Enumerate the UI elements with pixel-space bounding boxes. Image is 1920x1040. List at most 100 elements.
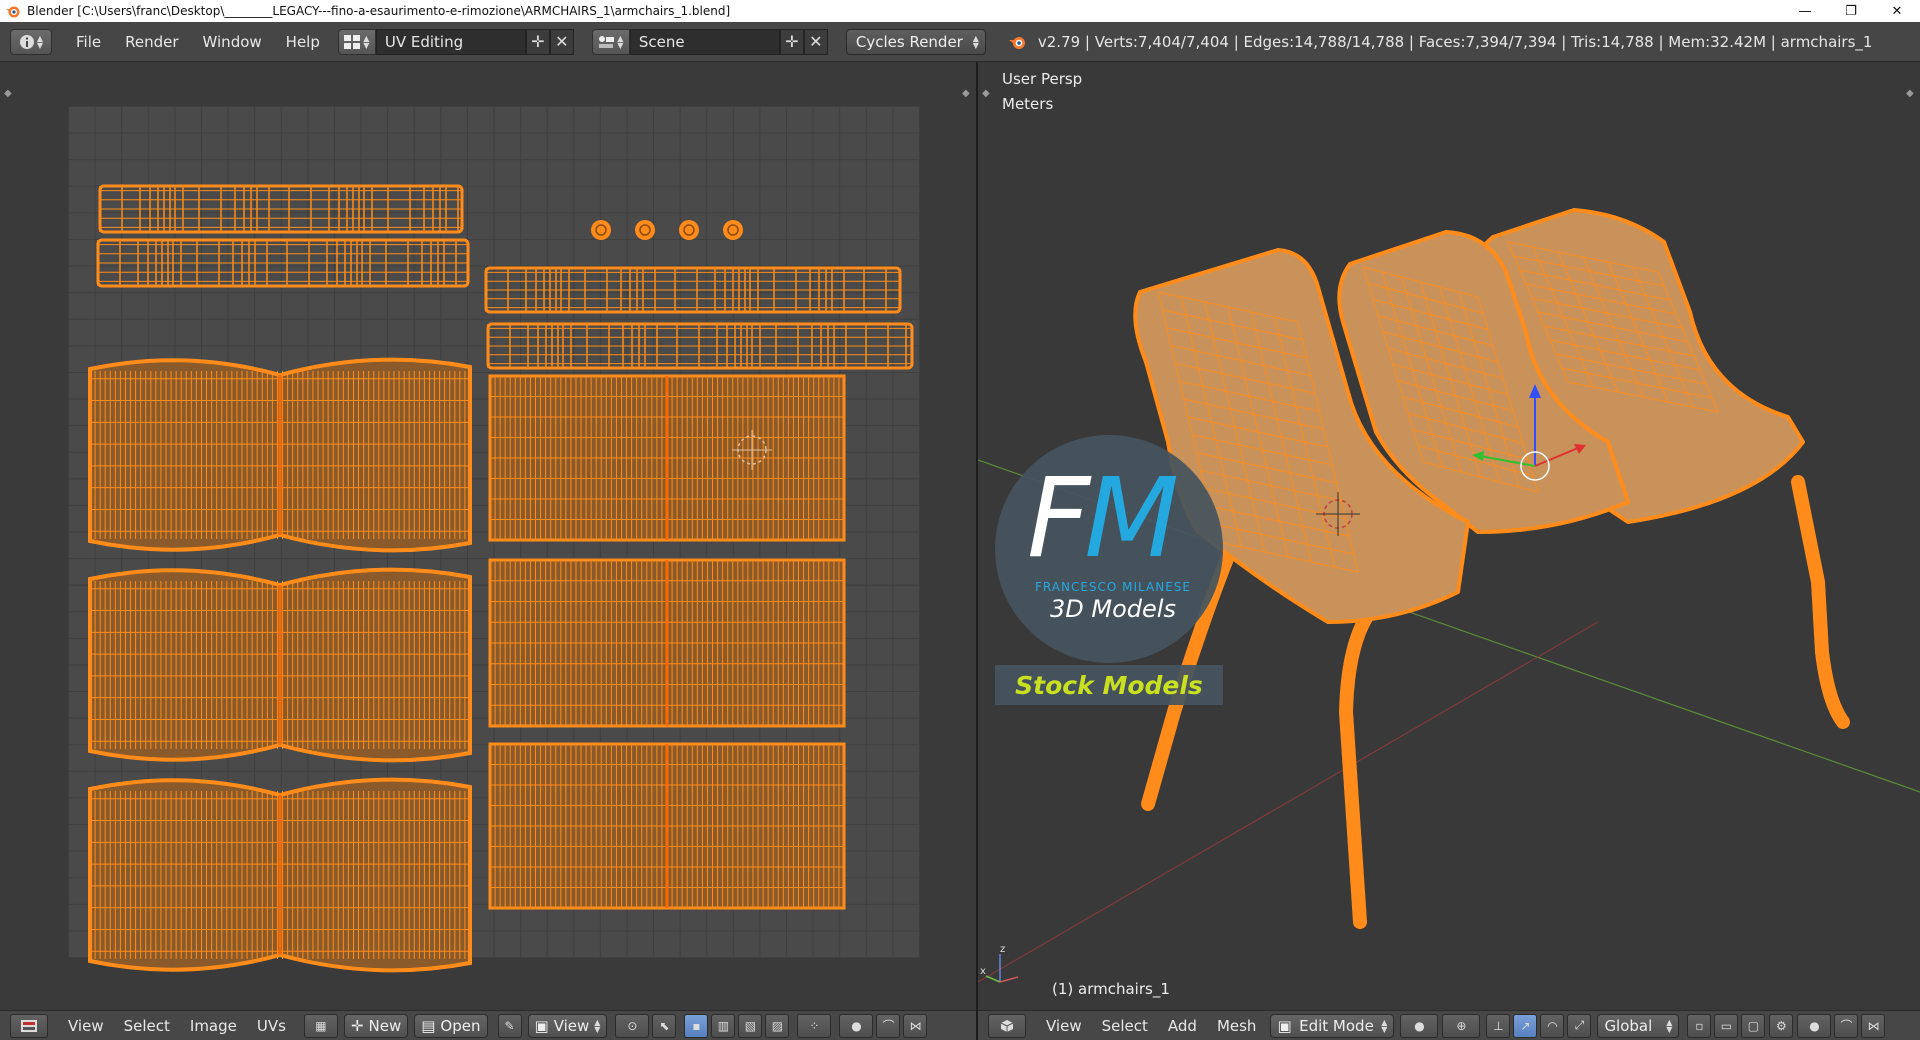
- close-icon[interactable]: ✕: [803, 28, 828, 55]
- view-name-label: User Persp: [1002, 70, 1083, 88]
- menu-select[interactable]: Select: [124, 1017, 170, 1035]
- menu-uvs[interactable]: UVs: [257, 1017, 286, 1035]
- image-editor-icon: [21, 1019, 37, 1032]
- selector-arrows-icon: ▲ ▼: [1381, 1017, 1388, 1034]
- falloff-icon[interactable]: ⌒: [876, 1013, 901, 1038]
- edge-select-icon[interactable]: ▥: [711, 1013, 736, 1038]
- watermark-tagline: Stock Models: [995, 665, 1223, 705]
- editor-type-selector[interactable]: ▲ ▼: [10, 28, 52, 55]
- add-icon: ✛: [350, 1016, 364, 1035]
- 3d-view-icon: [1000, 1019, 1014, 1032]
- face-select-icon[interactable]: ▢: [1741, 1013, 1766, 1038]
- uv-island-disc: [679, 220, 699, 240]
- proportional-icon[interactable]: ●: [1797, 1013, 1832, 1038]
- blender-icon: [1008, 36, 1025, 49]
- maximize-button[interactable]: ❐: [1828, 0, 1874, 22]
- menu-file[interactable]: File: [76, 33, 101, 51]
- axis-x-label: x: [980, 966, 986, 977]
- active-object-label: (1) armchairs_1: [1052, 980, 1170, 998]
- window-titlebar: Blender [C:\Users\franc\Desktop\________…: [0, 0, 1920, 22]
- close-icon[interactable]: ✕: [549, 28, 574, 55]
- info-header: ▲ ▼ File Render Window Help ▲ ▼ UV Editing…: [0, 22, 1920, 62]
- pivot-point-icon[interactable]: ⊕: [1442, 1013, 1481, 1038]
- proportional-icon[interactable]: ●: [839, 1013, 874, 1038]
- scene-stats: v2.79 | Verts:7,404/7,404 | Edges:14,788…: [1008, 32, 1873, 51]
- viewport-shading-icon[interactable]: ●: [1400, 1013, 1439, 1038]
- scale-icon[interactable]: ⤢: [1567, 1013, 1592, 1038]
- scene-icon: [599, 35, 615, 48]
- stats-text: v2.79 | Verts:7,404/7,404 | Edges:14,788…: [1037, 32, 1873, 51]
- vertex-select-icon[interactable]: ▫: [1687, 1013, 1712, 1038]
- 3d-view-header: View Select Add Mesh ▣ Edit Mode ▲ ▼ ● ⊕ ⊥ …: [978, 1010, 1920, 1040]
- manipulator-icon[interactable]: ⊥: [1486, 1013, 1511, 1038]
- minimize-button[interactable]: —: [1782, 0, 1828, 22]
- orientation-dropdown[interactable]: Global ▲ ▼: [1597, 1013, 1680, 1038]
- axis-gizmo: z x: [980, 944, 1019, 983]
- snap-icon[interactable]: ⋈: [903, 1013, 928, 1038]
- uv-island-seat: [88, 777, 472, 973]
- uv-image-editor[interactable]: ◆ ◆: [0, 62, 976, 1010]
- watermark-subtitle: 3D Models: [1050, 595, 1176, 623]
- uv-islands: [88, 184, 914, 973]
- screen-layout-selector: ▲ ▼ UV Editing ✛ ✕: [337, 28, 574, 55]
- window-title: Blender [C:\Users\franc\Desktop\________…: [27, 4, 731, 18]
- falloff-icon[interactable]: ⌒: [1834, 1013, 1859, 1038]
- scene-selector: ▲ ▼ Scene ✛ ✕: [591, 28, 828, 55]
- folder-icon: ▤: [421, 1016, 436, 1035]
- scene-browse-button[interactable]: ▲ ▼: [591, 28, 630, 55]
- layout-name-field[interactable]: UV Editing: [375, 28, 526, 55]
- menu-window[interactable]: Window: [203, 33, 262, 51]
- translate-icon[interactable]: ↗: [1513, 1013, 1538, 1038]
- view-mode-dropdown[interactable]: ▣ View ▲ ▼: [527, 1013, 608, 1038]
- layout-browse-button[interactable]: ▲ ▼: [337, 28, 376, 55]
- menu-render[interactable]: Render: [125, 33, 178, 51]
- vertex-select-icon[interactable]: ▪: [684, 1013, 709, 1038]
- render-engine-dropdown[interactable]: Cycles Render ▲ ▼: [845, 28, 986, 55]
- uv-island-tube: [486, 322, 914, 370]
- uv-island-panel: [488, 558, 846, 728]
- face-select-icon[interactable]: ▧: [738, 1013, 763, 1038]
- render-engine-label: Cycles Render: [855, 32, 963, 51]
- menu-image[interactable]: Image: [190, 1017, 237, 1035]
- pin-icon[interactable]: ✎: [497, 1013, 522, 1038]
- watermark-name: FRANCESCO MILANESE: [1035, 580, 1191, 594]
- menu-add[interactable]: Add: [1168, 1017, 1197, 1035]
- snap-icon[interactable]: ⋈: [1861, 1013, 1886, 1038]
- menu-help[interactable]: Help: [286, 33, 320, 51]
- close-window-button[interactable]: ✕: [1874, 0, 1920, 22]
- menu-select[interactable]: Select: [1102, 1017, 1148, 1035]
- selector-arrows-icon: ▲ ▼: [36, 33, 44, 50]
- editor-type-selector[interactable]: [10, 1013, 48, 1038]
- menu-view[interactable]: View: [68, 1017, 104, 1035]
- menu-mesh[interactable]: Mesh: [1217, 1017, 1257, 1035]
- mode-dropdown[interactable]: ▣ Edit Mode ▲ ▼: [1270, 1013, 1395, 1038]
- uv-island-tube: [484, 266, 902, 314]
- add-icon[interactable]: ✛: [779, 28, 804, 55]
- uv-editor-header: View Select Image UVs ▦ ✛ New ▤ Open ✎ ▣ Vi…: [0, 1010, 976, 1040]
- uv-island-seat: [88, 357, 472, 553]
- cursor-icon[interactable]: ⬉: [652, 1013, 677, 1038]
- selector-arrows-icon: ▲ ▼: [363, 33, 370, 50]
- view-icon: ▣: [534, 1016, 549, 1035]
- sticky-mode-icon[interactable]: ⁘: [797, 1013, 832, 1038]
- new-image-button[interactable]: ✛ New: [343, 1013, 409, 1038]
- island-select-icon[interactable]: ▨: [765, 1013, 790, 1038]
- editor-type-selector[interactable]: [988, 1013, 1026, 1038]
- layout-icon: [344, 34, 361, 49]
- watermark-monogram: FM: [1027, 454, 1179, 582]
- uv-island-panel: [488, 374, 846, 542]
- edge-select-icon[interactable]: ▭: [1714, 1013, 1739, 1038]
- selector-arrows-icon: ▲ ▼: [594, 1017, 601, 1034]
- open-image-button[interactable]: ▤ Open: [414, 1013, 488, 1038]
- window-controls: — ❐ ✕: [1782, 0, 1920, 22]
- selector-arrows-icon: ▲ ▼: [617, 33, 624, 50]
- image-browse-button[interactable]: ▦: [303, 1013, 338, 1038]
- selector-arrows-icon: ▲ ▼: [1666, 1017, 1673, 1034]
- add-icon[interactable]: ✛: [525, 28, 550, 55]
- menu-view[interactable]: View: [1046, 1017, 1082, 1035]
- rotate-icon[interactable]: ◠: [1540, 1013, 1565, 1038]
- scene-name-field[interactable]: Scene: [629, 28, 780, 55]
- occlude-geometry-icon[interactable]: ⚙: [1769, 1013, 1794, 1038]
- pivot-icon[interactable]: ⊙: [615, 1013, 650, 1038]
- uv-island-panel: [488, 742, 846, 910]
